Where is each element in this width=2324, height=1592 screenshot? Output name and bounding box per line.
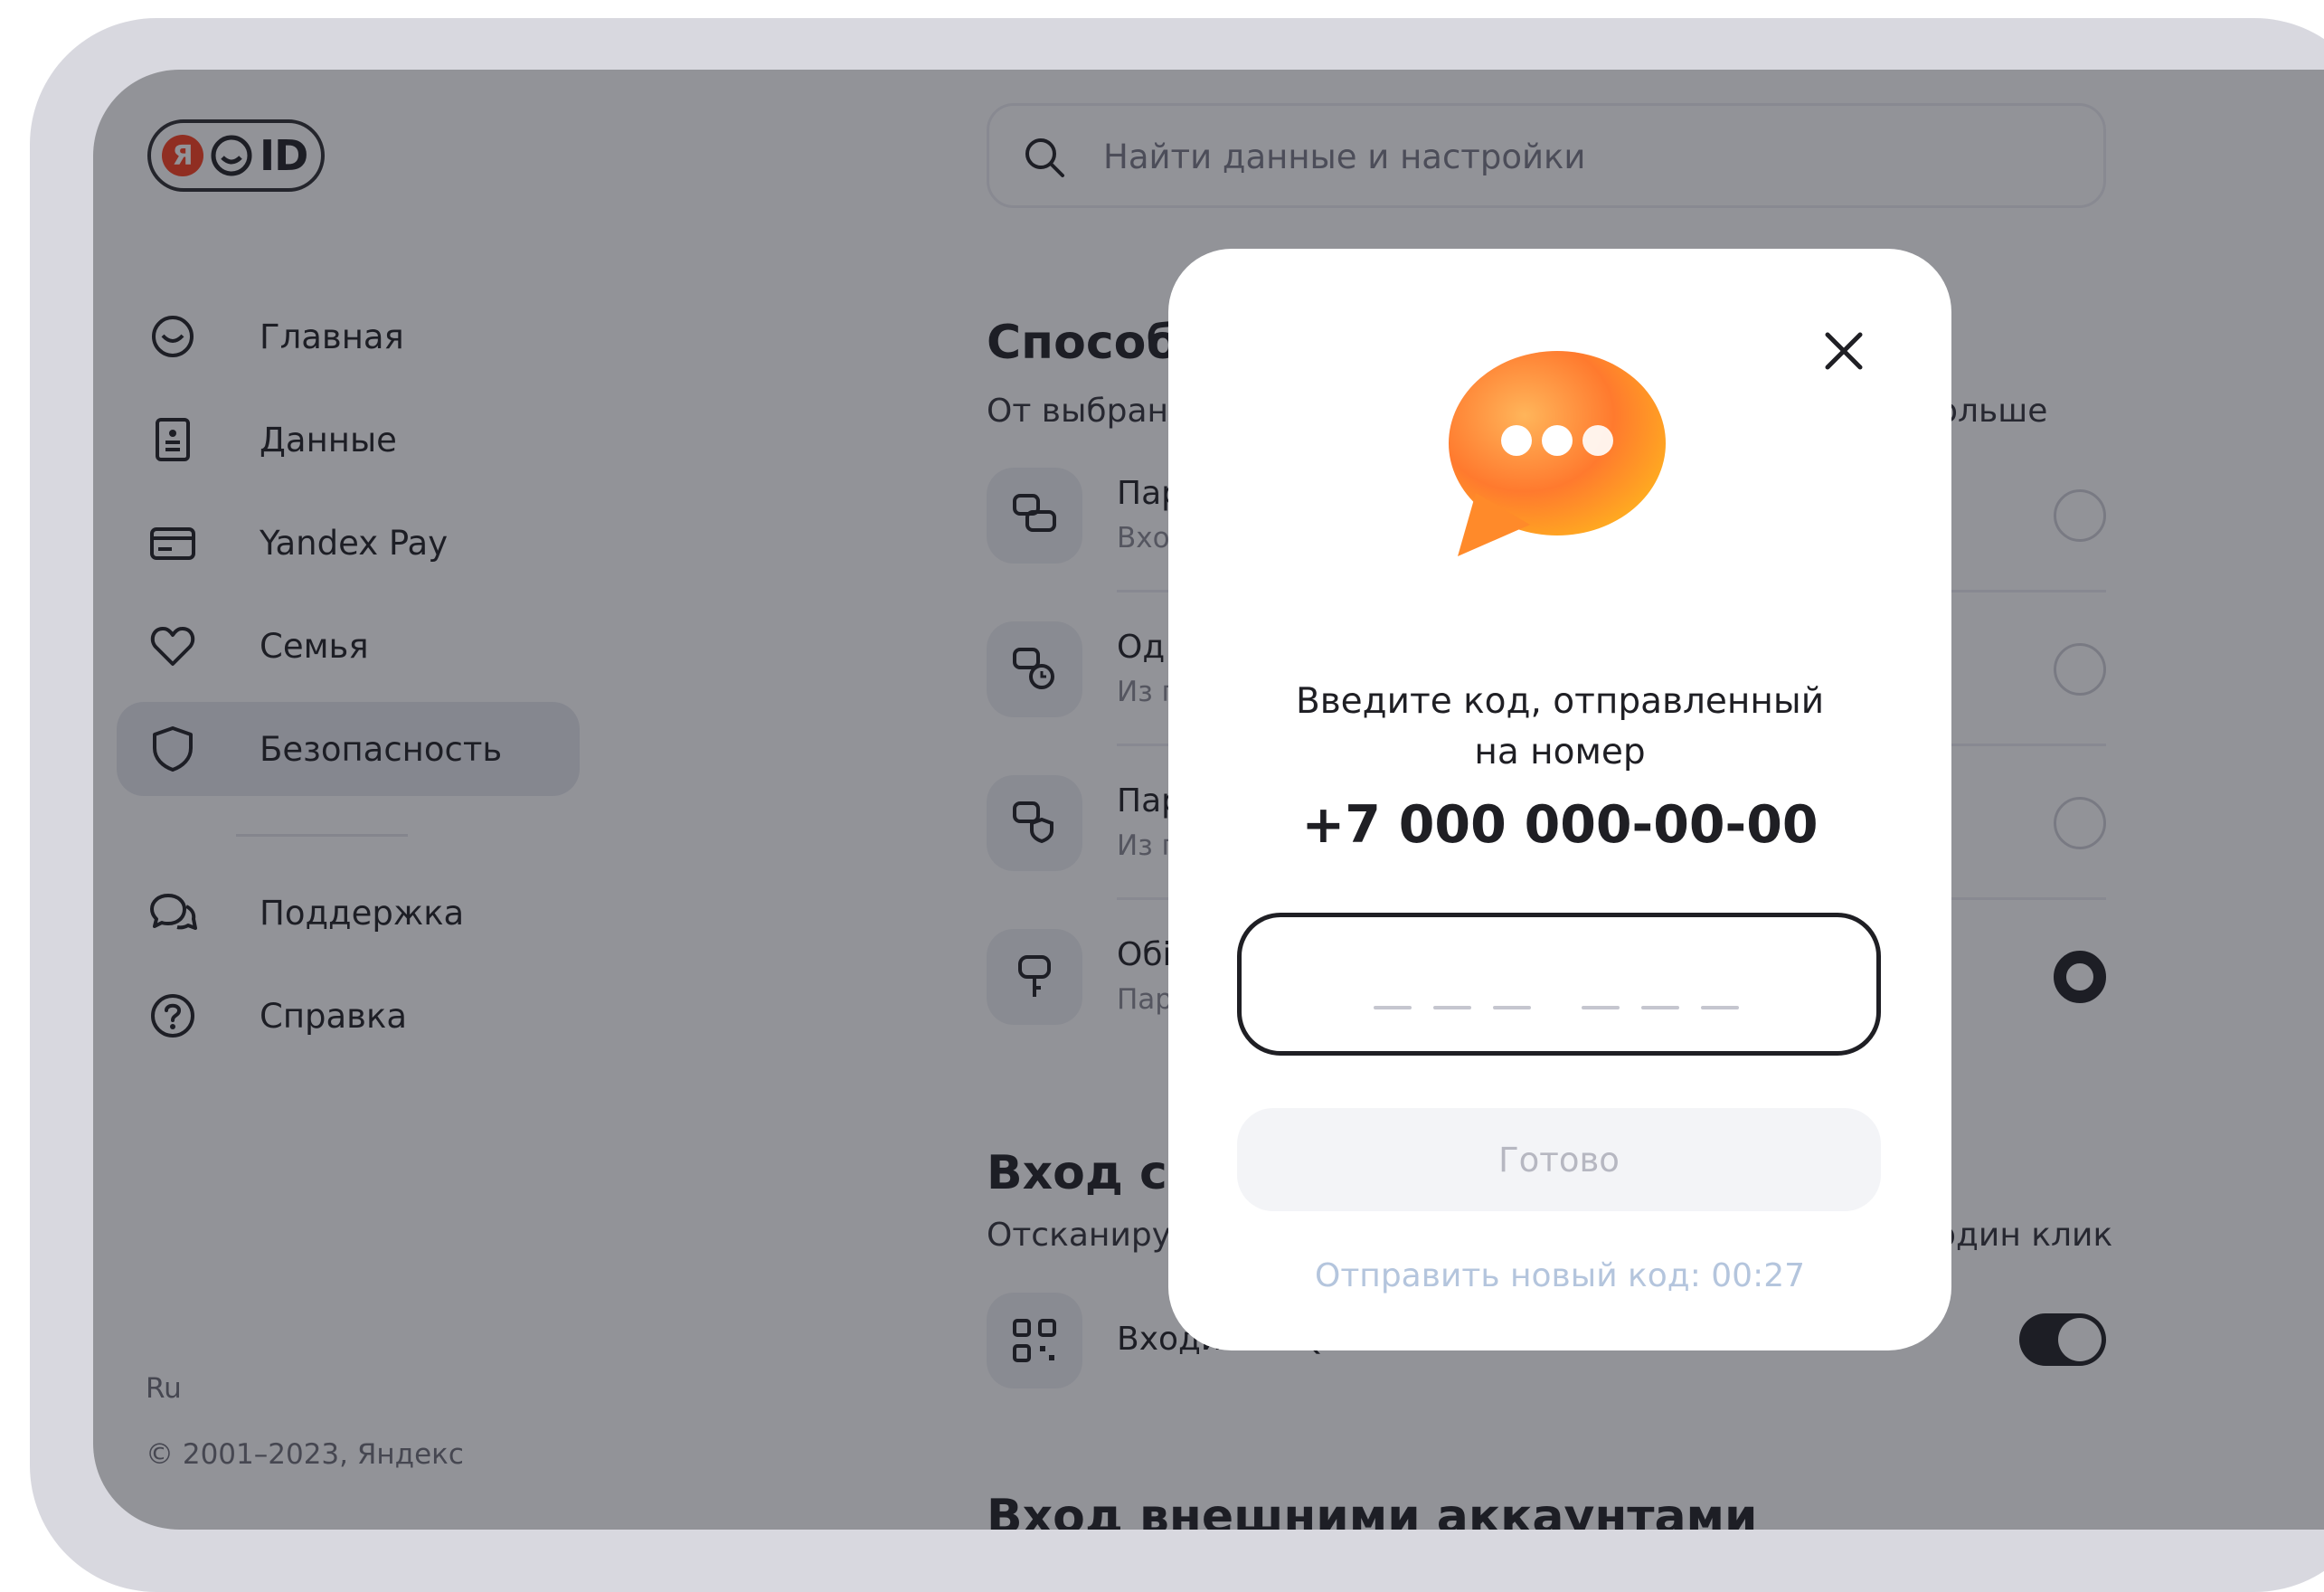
code-verification-dialog: Введите код, отправленный на номер +7 00… <box>1168 249 1951 1350</box>
screen: Я ID Главная Данные Yandex Pay Семья Без… <box>93 70 2324 1530</box>
code-input[interactable] <box>1237 913 1881 1056</box>
dialog-phone-number: +7 000 000-00-00 <box>1301 795 1819 855</box>
resend-code-link[interactable]: Отправить новый код: 00:27 <box>1168 1257 1951 1294</box>
message-bubble-icon <box>1449 351 1666 556</box>
done-button[interactable]: Готово <box>1237 1108 1881 1211</box>
dialog-prompt-line1: Введите код, отправленный <box>1295 681 1825 722</box>
close-icon[interactable] <box>1819 327 1868 375</box>
dialog-prompt-line2: на номер <box>1474 732 1646 772</box>
device-frame: Я ID Главная Данные Yandex Pay Семья Без… <box>30 18 2324 1592</box>
